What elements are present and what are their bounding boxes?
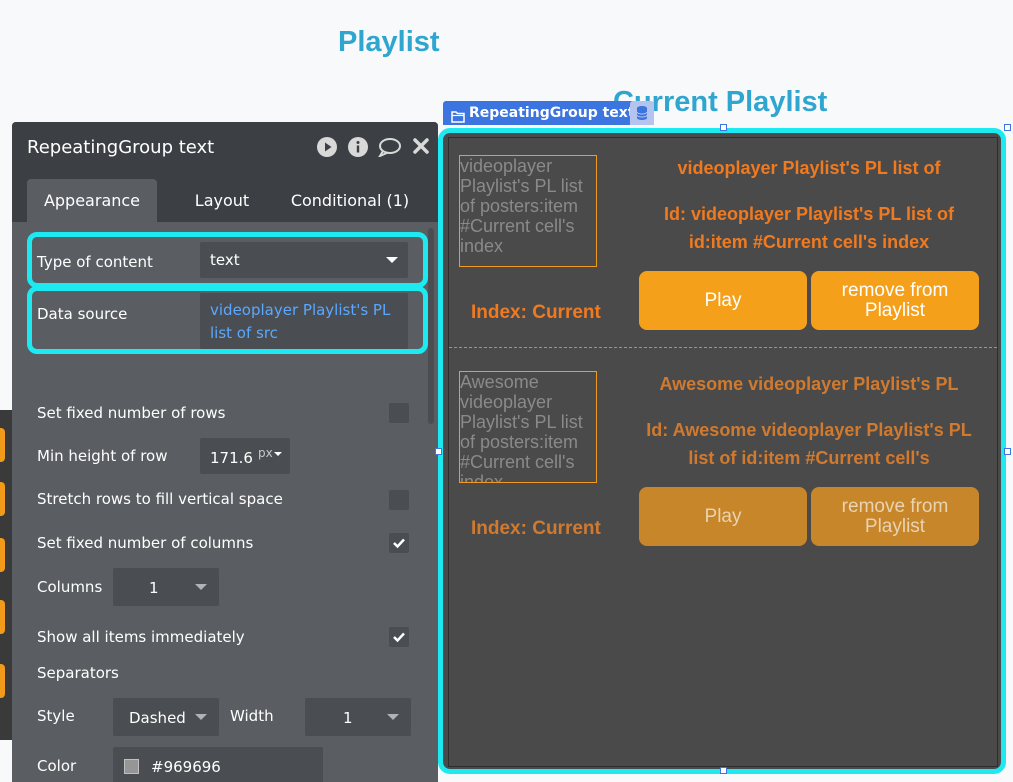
separator-color-value: #969696 bbox=[151, 758, 221, 776]
comment-icon[interactable] bbox=[377, 137, 402, 159]
separator-width-label: Width bbox=[230, 707, 274, 725]
database-icon[interactable] bbox=[630, 101, 654, 125]
checkmark-icon bbox=[393, 538, 405, 549]
underlying-element-strip bbox=[0, 410, 12, 740]
remove-from-playlist-button[interactable]: remove from Playlist bbox=[811, 271, 979, 330]
repeating-group-tag[interactable]: RepeatingGroup text bbox=[443, 101, 643, 125]
repeating-group[interactable]: videoplayer Playlist's PL list of poster… bbox=[448, 137, 998, 767]
set-fixed-rows-label: Set fixed number of rows bbox=[37, 404, 226, 422]
preview-play-icon[interactable] bbox=[317, 137, 337, 157]
row-separator bbox=[449, 347, 997, 348]
repeating-group-cell[interactable]: videoplayer Playlist's PL list of poster… bbox=[449, 138, 997, 346]
underlying-element-chip[interactable] bbox=[0, 664, 5, 698]
data-source-label: Data source bbox=[37, 305, 128, 323]
info-icon[interactable] bbox=[348, 137, 368, 157]
separator-style-dropdown[interactable]: Dashed bbox=[113, 698, 219, 736]
resize-handle[interactable] bbox=[435, 448, 442, 455]
repeating-group-cell[interactable]: Awesome videoplayer Playlist's PL list o… bbox=[449, 354, 997, 562]
underlying-element-chip[interactable] bbox=[0, 600, 5, 634]
min-height-row-label: Min height of row bbox=[37, 447, 168, 465]
type-of-content-row: Type of content text bbox=[27, 232, 428, 288]
data-source-value[interactable]: videoplayer Playlist's PL list of src bbox=[210, 299, 410, 345]
tab-conditional[interactable]: Conditional (1) bbox=[290, 179, 410, 222]
separator-style-label: Style bbox=[37, 707, 75, 725]
stretch-rows-checkbox[interactable] bbox=[389, 490, 409, 510]
separator-width-dropdown[interactable]: 1 bbox=[305, 698, 411, 736]
underlying-element-chip[interactable] bbox=[0, 538, 5, 572]
type-of-content-dropdown[interactable]: text bbox=[200, 242, 408, 278]
poster-image[interactable]: videoplayer Playlist's PL list of poster… bbox=[459, 155, 597, 267]
resize-handle[interactable] bbox=[1004, 448, 1011, 455]
separator-color-label: Color bbox=[37, 757, 77, 775]
panel-header[interactable]: RepeatingGroup text bbox=[12, 122, 438, 172]
play-button[interactable]: Play bbox=[639, 487, 807, 546]
playlist-title: Playlist bbox=[338, 26, 440, 58]
property-editor-panel: RepeatingGroup text Appearance Layout Co… bbox=[12, 122, 438, 782]
set-fixed-rows-checkbox[interactable] bbox=[389, 403, 409, 423]
underlying-element-chip[interactable] bbox=[0, 482, 5, 516]
cell-title-text: Awesome videoplayer Playlist's PL bbox=[659, 374, 959, 394]
panel-title: RepeatingGroup text bbox=[27, 137, 215, 158]
cell-title-text: videoplayer Playlist's PL list of bbox=[677, 158, 941, 178]
resize-handle[interactable] bbox=[720, 767, 727, 774]
columns-label: Columns bbox=[37, 578, 103, 596]
cell-id-text: Id: Awesome videoplayer Playlist's PL li… bbox=[646, 420, 972, 468]
cell-id-text: Id: videoplayer Playlist's PL list of id… bbox=[663, 204, 955, 252]
min-height-row-input[interactable]: 171.6( px bbox=[200, 438, 290, 474]
chevron-down-icon bbox=[195, 584, 207, 590]
separator-color-picker[interactable]: #969696 bbox=[113, 747, 323, 782]
unit-label[interactable]: px bbox=[258, 446, 273, 460]
separator-width-value: 1 bbox=[343, 709, 353, 727]
panel-tabs: Appearance Layout Conditional (1) bbox=[12, 172, 438, 222]
type-of-content-label: Type of content bbox=[37, 253, 153, 271]
separators-label: Separators bbox=[37, 664, 119, 682]
color-swatch[interactable] bbox=[124, 759, 139, 774]
separator-style-value: Dashed bbox=[129, 709, 186, 727]
remove-from-playlist-button[interactable]: remove from Playlist bbox=[811, 487, 979, 546]
data-source-row: Data source videoplayer Playlist's PL li… bbox=[27, 286, 428, 354]
chevron-down-icon bbox=[387, 714, 399, 720]
chevron-down-icon bbox=[386, 257, 398, 263]
repeating-group-tag-label: RepeatingGroup text bbox=[469, 105, 635, 121]
cell-index-text: Index: Current bbox=[471, 518, 601, 539]
close-icon[interactable] bbox=[412, 137, 432, 157]
stretch-rows-label: Stretch rows to fill vertical space bbox=[37, 490, 283, 508]
checkmark-icon bbox=[393, 632, 405, 643]
set-fixed-columns-checkbox[interactable] bbox=[389, 533, 409, 553]
tab-appearance[interactable]: Appearance bbox=[27, 179, 157, 222]
chevron-down-icon bbox=[274, 452, 282, 456]
panel-scrollbar[interactable] bbox=[428, 228, 434, 424]
poster-image[interactable]: Awesome videoplayer Playlist's PL list o… bbox=[459, 371, 597, 483]
columns-dropdown[interactable]: 1 bbox=[113, 568, 219, 606]
show-all-items-label: Show all items immediately bbox=[37, 628, 245, 646]
resize-handle[interactable] bbox=[720, 124, 727, 131]
min-height-row-value: 171.6( bbox=[210, 449, 254, 467]
play-button[interactable]: Play bbox=[639, 271, 807, 330]
cell-index-text: Index: Current bbox=[471, 302, 601, 323]
tab-layout[interactable]: Layout bbox=[182, 179, 262, 222]
set-fixed-columns-label: Set fixed number of columns bbox=[37, 534, 254, 552]
columns-value: 1 bbox=[149, 579, 159, 597]
data-source-input[interactable]: videoplayer Playlist's PL list of src bbox=[200, 293, 408, 349]
show-all-items-checkbox[interactable] bbox=[389, 627, 409, 647]
type-of-content-value: text bbox=[210, 251, 240, 269]
resize-handle[interactable] bbox=[1004, 124, 1011, 131]
chevron-down-icon bbox=[195, 714, 207, 720]
underlying-element-chip[interactable] bbox=[0, 428, 5, 462]
